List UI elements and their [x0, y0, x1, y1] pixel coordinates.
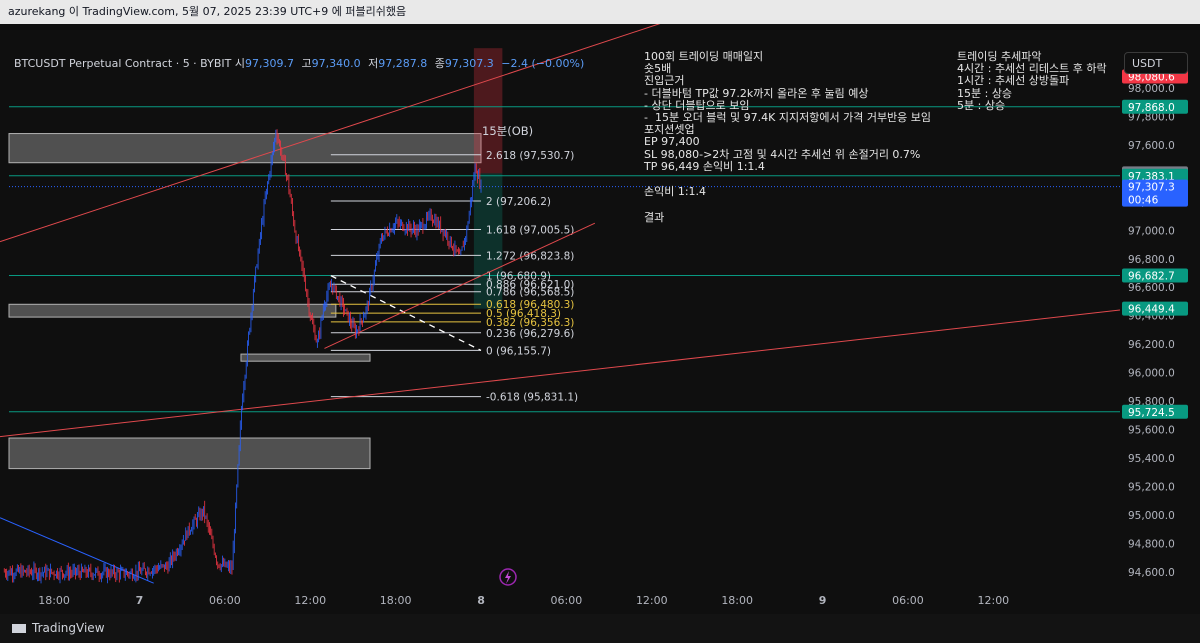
- price-tag-label: 96,682.7: [1128, 270, 1175, 282]
- journal-line: SL 98,080->2차 고점 및 4시간 추세선 위 손절거리 0.7%: [644, 147, 921, 161]
- result-note: 결과: [644, 211, 665, 224]
- time-tick-label: 06:00: [892, 594, 924, 607]
- brand-name: TradingView: [32, 621, 105, 635]
- fib-level-label: -0.618 (95,831.1): [486, 392, 578, 404]
- supply-demand-zone: [8, 303, 337, 318]
- fib-level-label: 2 (97,206.2): [486, 196, 551, 208]
- price-tag-label: 97,307.3: [1128, 182, 1175, 194]
- symbol-name: BTCUSDT Perpetual Contract · 5 · BYBIT: [14, 57, 232, 70]
- fib-level-label: 0 (96,155.7): [486, 345, 551, 357]
- time-tick-label: 18:00: [38, 594, 70, 607]
- price-chart[interactable]: 2.618 (97,530.7) 2 (97,206.2) 1.618 (97,00…: [0, 16, 1200, 614]
- ratio-note: 손익비 1:1.4: [644, 185, 707, 198]
- journal-line: 숏5배: [644, 62, 672, 76]
- price-tick-label: 98,000.0: [1128, 83, 1175, 95]
- price-tick-label: 95,600.0: [1128, 424, 1175, 436]
- price-tag-label: 97,868.0: [1128, 102, 1175, 114]
- fib-layer: 2.618 (97,530.7) 2 (97,206.2) 1.618 (97,00…: [330, 150, 578, 404]
- flash-icon[interactable]: [499, 568, 517, 586]
- price-tick-label: 96,000.0: [1128, 368, 1175, 380]
- price-tag-label: 95,724.5: [1128, 407, 1175, 419]
- trade-journal-note: 100회 트레이딩 매매일지 숏5배 진입근거 - 더블바텀 TP값 97.2k까지 …: [644, 50, 931, 173]
- price-tick-label: 95,400.0: [1128, 453, 1175, 465]
- supply-demand-zone: [8, 437, 371, 470]
- time-tick-label: 12:00: [294, 594, 326, 607]
- time-tick-label: 06:00: [551, 594, 583, 607]
- fib-level-label: 0.236 (96,279.6): [486, 328, 574, 340]
- close-label: 종: [434, 57, 445, 70]
- open-label: 시: [234, 57, 245, 70]
- journal-line: TP 96,449 손익비 1:1.4: [644, 159, 765, 173]
- trend-line: 15분 : 상승: [957, 86, 1013, 100]
- open-value: 97,309.7: [244, 57, 294, 70]
- tradingview-logo-icon: [12, 624, 26, 633]
- high-label: 고: [301, 57, 312, 70]
- low-value: 97,287.8: [378, 57, 428, 70]
- attribution-text: azurekang 이 TradingView.com, 5월 07, 2025…: [8, 5, 407, 18]
- time-axis[interactable]: 18:00 7 06:00 12:00 18:00 8 06:00 12:00 18:00 9 06…: [38, 594, 1009, 607]
- fib-level-label: 1.618 (97,005.5): [486, 225, 574, 237]
- attribution-bar: azurekang 이 TradingView.com, 5월 07, 2025…: [0, 0, 1200, 24]
- price-tick-label: 96,800.0: [1128, 254, 1175, 266]
- trend-analysis-note: 트레이딩 추세파악 4시간 : 추세선 리테스트 후 하락 1시간 : 추세선 상방…: [957, 50, 1107, 112]
- time-tick-label: 7: [136, 594, 144, 607]
- price-tick-label: 94,600.0: [1128, 567, 1175, 579]
- high-value: 97,340.0: [311, 57, 361, 70]
- journal-line: - 더블바텀 TP값 97.2k까지 올라온 후 눌림 예상: [644, 86, 869, 100]
- time-tick-label: 12:00: [977, 594, 1009, 607]
- time-tick-label: 06:00: [209, 594, 241, 607]
- change-value: −2.4 (−0.00%): [501, 57, 585, 70]
- footer-bar: TradingView: [0, 614, 1200, 643]
- price-tick-label: 96,600.0: [1128, 282, 1175, 294]
- position-layer: [473, 48, 503, 309]
- trend-line: 5분 : 상승: [957, 98, 1006, 112]
- journal-line: 진입근거: [644, 74, 685, 88]
- price-tick-label: 96,200.0: [1128, 339, 1175, 351]
- symbol-legend: BTCUSDT Perpetual Contract · 5 · BYBIT 시…: [14, 55, 588, 71]
- trend-line: 1시간 : 추세선 상방돌파: [957, 74, 1070, 88]
- currency-selector[interactable]: USDT: [1124, 52, 1188, 74]
- time-tick-label: 18:00: [380, 594, 412, 607]
- time-tick-label: 18:00: [721, 594, 753, 607]
- time-tick-label: 12:00: [636, 594, 668, 607]
- price-tick-label: 94,800.0: [1128, 538, 1175, 550]
- price-tick-label: 95,000.0: [1128, 510, 1175, 522]
- zones-layer: [8, 133, 482, 470]
- fib-level-label: 1.272 (96,823.8): [486, 250, 574, 262]
- order-block-label: 15분(OB): [482, 124, 533, 138]
- low-label: 저: [368, 57, 379, 70]
- supply-demand-zone: [240, 353, 371, 362]
- time-tick-label: 9: [819, 594, 827, 607]
- fib-level-label: 2.618 (97,530.7): [486, 150, 574, 162]
- price-tick-label: 97,000.0: [1128, 225, 1175, 237]
- supply-demand-zone: [8, 133, 482, 164]
- fib-level-label: 0.786 (96,568.5): [486, 287, 574, 299]
- price-tag-label: 96,449.4: [1128, 304, 1175, 316]
- chart-area[interactable]: 2.618 (97,530.7) 2 (97,206.2) 1.618 (97,00…: [0, 16, 1200, 614]
- journal-line: 100회 트레이딩 매매일지: [644, 50, 764, 63]
- close-value: 97,307.3: [444, 57, 494, 70]
- price-tick-label: 95,200.0: [1128, 481, 1175, 493]
- price-axis[interactable]: 94,600.0 94,800.0 95,000.0 95,200.0 95,400.0…: [1128, 55, 1175, 579]
- bar-countdown-label: 00:46: [1128, 195, 1159, 207]
- journal-line: EP 97,400: [644, 135, 700, 149]
- price-tick-label: 97,600.0: [1128, 140, 1175, 152]
- time-tick-label: 8: [477, 594, 485, 607]
